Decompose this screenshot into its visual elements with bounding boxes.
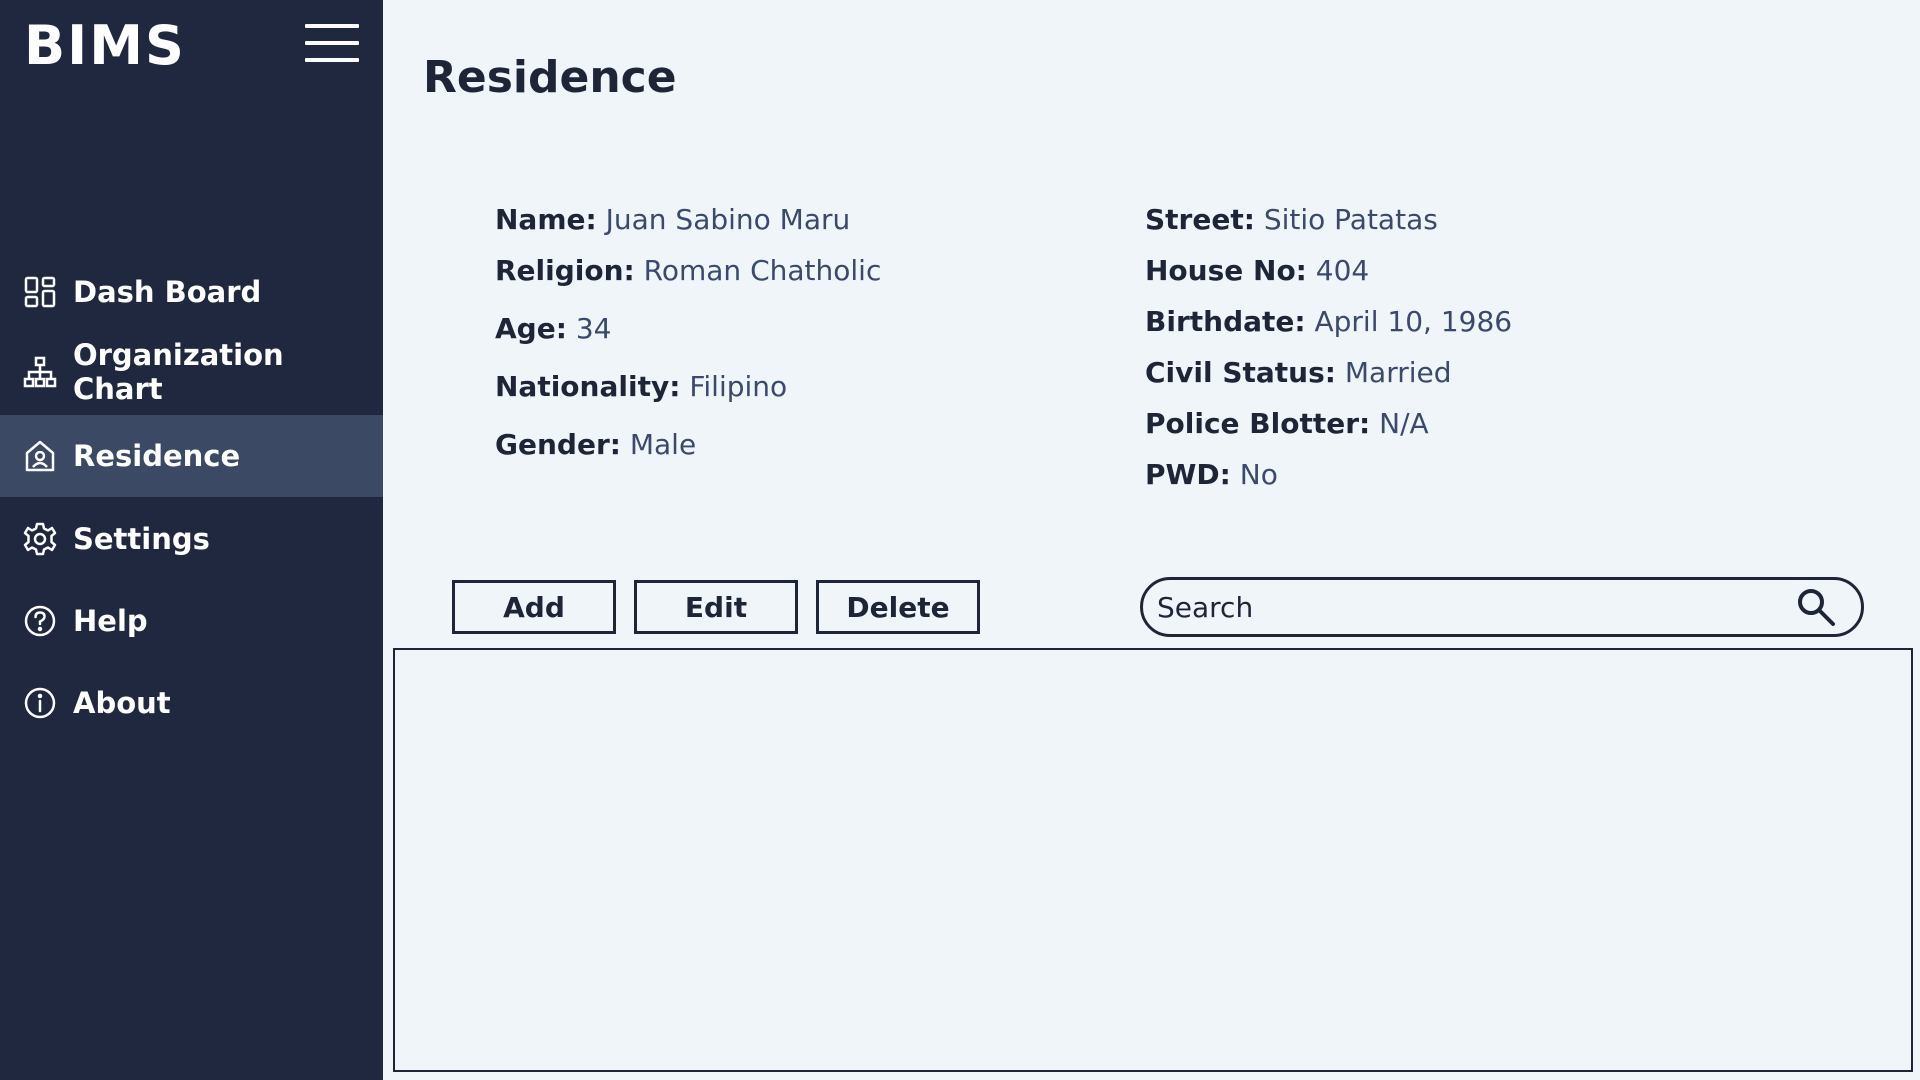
hamburger-menu-icon[interactable]: [305, 24, 359, 64]
gear-icon: [22, 521, 58, 557]
detail-value: Juan Sabino Maru: [605, 203, 851, 236]
search-input[interactable]: [1157, 590, 1795, 624]
sidebar: BIMS Dash Board Organization Chart Resid…: [0, 0, 383, 1080]
detail-birthdate: Birthdate: April 10, 1986: [1145, 305, 1512, 338]
detail-value: April 10, 1986: [1314, 305, 1513, 338]
detail-key: Police Blotter:: [1145, 407, 1371, 440]
detail-house-no: House No: 404: [1145, 254, 1369, 287]
detail-key: Birthdate:: [1145, 305, 1306, 338]
sidebar-item-label: About: [73, 686, 171, 720]
detail-value: Sitio Patatas: [1263, 203, 1438, 236]
detail-street: Street: Sitio Patatas: [1145, 203, 1438, 236]
sidebar-item-settings[interactable]: Settings: [0, 498, 383, 580]
detail-key: PWD:: [1145, 458, 1231, 491]
sidebar-item-organization-chart[interactable]: Organization Chart: [0, 331, 383, 413]
sidebar-item-label: Settings: [73, 522, 210, 556]
detail-name: Name: Juan Sabino Maru: [495, 203, 850, 236]
detail-value: Married: [1344, 356, 1452, 389]
page-title: Residence: [423, 52, 677, 103]
detail-key: Nationality:: [495, 370, 681, 403]
detail-key: Name:: [495, 203, 597, 236]
detail-value: No: [1239, 458, 1278, 491]
sidebar-item-label: Dash Board: [73, 275, 262, 309]
delete-button[interactable]: Delete: [816, 580, 980, 634]
search-icon[interactable]: [1795, 586, 1837, 628]
search-bar: [1140, 577, 1864, 637]
house-icon: [22, 438, 58, 474]
help-icon: [22, 603, 58, 639]
org-chart-icon: [22, 354, 58, 390]
sidebar-item-dashboard[interactable]: Dash Board: [0, 251, 383, 333]
detail-value: Roman Chatholic: [643, 254, 882, 287]
app-window: BIMS Dash Board Organization Chart Resid…: [0, 0, 1920, 1080]
detail-age: Age: 34: [495, 312, 611, 345]
sidebar-item-label: Organization Chart: [72, 338, 284, 406]
detail-key: Religion:: [495, 254, 635, 287]
detail-gender: Gender: Male: [495, 428, 696, 461]
dashboard-icon: [22, 274, 58, 310]
detail-value: Male: [629, 428, 697, 461]
detail-police-blotter: Police Blotter: N/A: [1145, 407, 1429, 440]
detail-value: N/A: [1379, 407, 1429, 440]
edit-button[interactable]: Edit: [634, 580, 798, 634]
detail-religion: Religion: Roman Chatholic: [495, 254, 881, 287]
residence-table[interactable]: [393, 648, 1913, 1072]
add-button[interactable]: Add: [452, 580, 616, 634]
sidebar-item-residence[interactable]: Residence: [0, 415, 383, 497]
sidebar-item-about[interactable]: About: [0, 662, 383, 744]
sidebar-item-label: Help: [73, 604, 148, 638]
detail-key: Gender:: [495, 428, 621, 461]
sidebar-item-help[interactable]: Help: [0, 580, 383, 662]
detail-nationality: Nationality: Filipino: [495, 370, 787, 403]
detail-value: Filipino: [689, 370, 788, 403]
detail-key: Age:: [495, 312, 567, 345]
detail-key: House No:: [1145, 254, 1307, 287]
detail-value: 34: [575, 312, 612, 345]
detail-civil-status: Civil Status: Married: [1145, 356, 1452, 389]
detail-key: Street:: [1145, 203, 1255, 236]
detail-key: Civil Status:: [1145, 356, 1336, 389]
info-icon: [22, 685, 58, 721]
detail-value: 404: [1315, 254, 1370, 287]
brand-logo: BIMS: [24, 14, 186, 77]
detail-pwd: PWD: No: [1145, 458, 1278, 491]
sidebar-item-label: Residence: [73, 439, 241, 473]
